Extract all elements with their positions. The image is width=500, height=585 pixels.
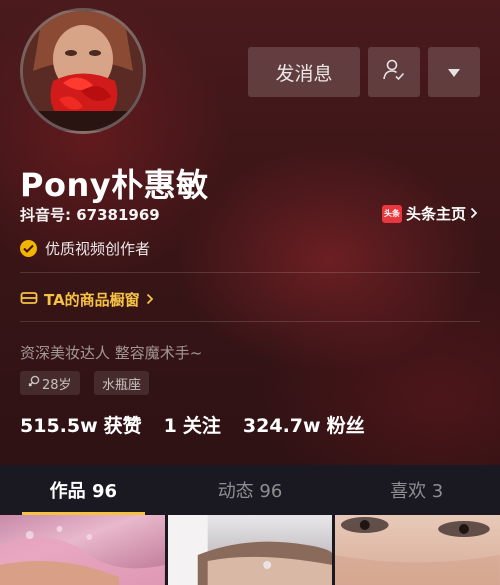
follow-button[interactable] [368, 47, 420, 97]
triangle-down-icon [447, 61, 461, 83]
profile-page: 发消息 Pony朴惠敏 抖音号: 67381969 头条 头条主页 优质视频创作… [0, 0, 500, 585]
toutiao-logo-icon: 头条 [382, 204, 402, 223]
tab-dynamics[interactable]: 动态 96 [167, 465, 334, 515]
check-icon [20, 240, 37, 257]
chevron-right-icon [146, 291, 154, 309]
thumbnail-image [335, 517, 500, 585]
avatar[interactable] [20, 8, 146, 134]
profile-stats: 515.5w 获赞 1 关注 324.7w 粉丝 [20, 411, 387, 438]
toutiao-homepage-link[interactable]: 头条 头条主页 [382, 203, 478, 224]
avatar-image [23, 11, 143, 131]
likes-count: 515.5w [20, 415, 98, 437]
zodiac-tag-label: 水瓶座 [102, 377, 142, 393]
chevron-right-icon [470, 205, 478, 223]
video-grid [0, 515, 500, 585]
video-thumbnail[interactable] [167, 515, 333, 585]
douyin-id: 抖音号: 67381969 [20, 206, 160, 224]
likes-stat: 515.5w 获赞 [20, 411, 142, 438]
following-stat[interactable]: 1 关注 [164, 411, 221, 438]
following-count: 1 [163, 415, 177, 437]
zodiac-tag: 水瓶座 [94, 371, 150, 395]
creator-badge-label: 优质视频创作者 [45, 240, 151, 258]
add-user-icon [382, 58, 406, 87]
content-tabs: 作品 96 动态 96 喜欢 3 [0, 465, 500, 515]
tab-works-label: 作品 96 [49, 481, 117, 502]
shop-window-link[interactable]: TA的商品橱窗 [20, 289, 154, 310]
video-thumbnail[interactable] [0, 515, 165, 585]
tab-works[interactable]: 作品 96 [0, 465, 167, 515]
message-button[interactable]: 发消息 [248, 47, 360, 97]
divider [20, 321, 480, 322]
toutiao-link-label: 头条主页 [406, 205, 467, 223]
fans-label: 粉丝 [326, 415, 365, 437]
fans-stat[interactable]: 324.7w 粉丝 [243, 411, 365, 438]
creator-badge: 优质视频创作者 [20, 238, 150, 259]
bio: 资深美妆达人 整容魔术手~ [20, 344, 203, 362]
divider [20, 272, 480, 273]
fans-count: 324.7w [242, 415, 321, 437]
thumbnail-image [167, 515, 333, 585]
following-label: 关注 [182, 415, 221, 437]
more-button[interactable] [428, 47, 480, 97]
female-icon [28, 375, 40, 391]
shop-window-label: TA的商品橱窗 [44, 291, 140, 309]
video-thumbnail[interactable] [335, 515, 500, 585]
profile-name: Pony朴惠敏 [20, 166, 209, 204]
message-button-label: 发消息 [275, 62, 333, 85]
thumbnail-image [0, 526, 165, 585]
tab-likes[interactable]: 喜欢 3 [333, 465, 500, 515]
tab-dynamics-label: 动态 96 [217, 481, 283, 502]
age-tag-label: 28岁 [42, 377, 72, 393]
likes-label: 获赞 [103, 415, 142, 437]
age-tag: 28岁 [20, 371, 80, 395]
tab-likes-label: 喜欢 3 [390, 481, 444, 502]
shop-cart-icon [20, 290, 38, 310]
